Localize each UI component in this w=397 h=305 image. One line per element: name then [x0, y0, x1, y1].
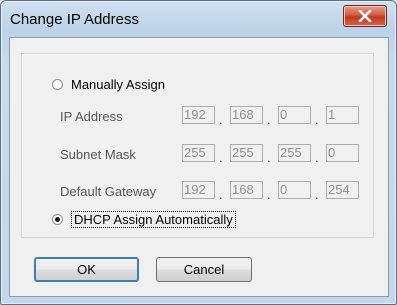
window-title: Change IP Address	[10, 11, 139, 28]
close-button[interactable]	[343, 5, 387, 27]
subnet-mask-octet-3: 255	[278, 144, 311, 162]
subnet-mask-label: Subnet Mask	[60, 147, 136, 162]
title-bar[interactable]: Change IP Address	[1, 1, 396, 37]
octet-separator: .	[315, 112, 319, 127]
octet-separator: .	[267, 187, 271, 202]
default-gateway-octet-3: 0	[278, 181, 311, 199]
octet-separator: .	[315, 187, 319, 202]
octet-separator: .	[267, 150, 271, 165]
default-gateway-octet-1: 192	[182, 181, 215, 199]
default-gateway-octet-2: 168	[230, 181, 263, 199]
subnet-mask-octet-1: 255	[182, 144, 215, 162]
dhcp-assign-radio-indicator[interactable]	[52, 214, 63, 225]
close-icon	[358, 10, 372, 22]
subnet-mask-octet-2: 255	[230, 144, 263, 162]
manual-assign-label: Manually Assign	[71, 77, 165, 92]
octet-separator: .	[219, 150, 223, 165]
octet-separator: .	[219, 112, 223, 127]
octet-separator: .	[267, 112, 271, 127]
dialog-content: Manually Assign IP Address 192 . 168 . 0…	[9, 37, 389, 297]
octet-separator: .	[219, 187, 223, 202]
manual-assign-radio[interactable]: Manually Assign	[52, 77, 165, 92]
dhcp-assign-label: DHCP Assign Automatically	[71, 211, 236, 228]
manual-assign-radio-indicator[interactable]	[52, 79, 63, 90]
default-gateway-label: Default Gateway	[60, 184, 157, 199]
ip-address-octet-3: 0	[278, 106, 311, 124]
ok-button[interactable]: OK	[34, 257, 139, 282]
dhcp-assign-radio[interactable]: DHCP Assign Automatically	[52, 211, 236, 228]
default-gateway-octet-4: 254	[326, 181, 359, 199]
ip-address-octet-4: 1	[326, 106, 359, 124]
dialog-window: Change IP Address Manually Assign IP Add…	[0, 0, 397, 305]
ip-address-label: IP Address	[60, 109, 123, 124]
cancel-button[interactable]: Cancel	[156, 257, 252, 282]
subnet-mask-octet-4: 0	[326, 144, 359, 162]
octet-separator: .	[315, 150, 319, 165]
ip-address-octet-2: 168	[230, 106, 263, 124]
ip-address-octet-1: 192	[182, 106, 215, 124]
ip-settings-group: Manually Assign IP Address 192 . 168 . 0…	[21, 53, 374, 238]
